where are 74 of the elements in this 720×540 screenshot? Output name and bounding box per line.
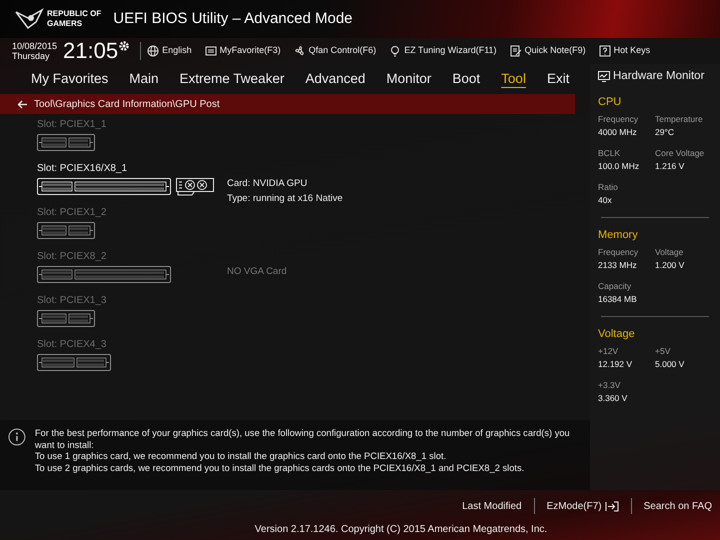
reading-label: +3.3V [598,379,622,392]
breadcrumb-path: Tool\Graphics Card Information\GPU Post [34,98,220,112]
reading-value: 1.200 V [655,259,686,272]
menu-tab[interactable]: Extreme Tweaker [180,68,284,90]
reading-label: BCLK [598,147,622,160]
menu-tab[interactable]: Monitor [386,68,432,90]
card-list-icon [204,45,217,57]
window-title: UEFI BIOS Utility – Advanced Mode [113,8,353,29]
menu-tab[interactable]: Advanced [305,68,366,90]
logo-text: REPUBLIC OF [47,9,102,19]
reading-value: 5.000 V [655,358,686,371]
footer-button[interactable]: Search on FAQ [644,498,712,514]
back-arrow-icon [17,100,28,108]
info-text: To use 1 graphics card, we recommend you to install the graphics card onto the PCIEX16/X8_1 slot. [34,451,448,462]
slot-label: Slot: PCIEX1_1 [37,119,108,131]
section-title: Memory [598,228,639,243]
globe-icon [147,45,160,57]
reading-label: Temperature [655,113,704,126]
help-icon [598,45,611,57]
toolbar-button[interactable]: Qfan Control(F6) [294,44,376,58]
section-title: Voltage [598,327,636,342]
slot-label: Slot: PCIEX1_3 [37,295,108,307]
section-title: CPU [598,95,622,110]
day-text: Thursday [12,51,51,61]
reading-value: 100.0 MHz [598,160,640,173]
slot-label: Slot: PCIEX1_2 [37,207,108,219]
reading-label: Capacity [598,280,632,293]
reading-label: Ratio [598,181,619,194]
reading-label: Frequency [598,113,640,126]
reading-value: 2133 MHz [598,259,638,272]
panel-title: Hardware Monitor [613,68,704,84]
reading-value: 1.216 V [655,160,686,173]
reading-label: +5V [655,345,672,358]
menu-tab[interactable]: My Favorites [31,68,108,90]
reading-label: Voltage [655,246,684,259]
reading-value: 16384 MB [598,293,638,306]
menu-tab[interactable]: Boot [452,68,480,90]
slot-label: Slot: PCIEX16/X8_1 [37,163,128,175]
reading-label: +12V [598,345,620,358]
reading-label: Frequency [598,246,640,259]
reading-value: 3.360 V [598,392,628,405]
slot-label: Slot: PCIEX8_2 [37,251,108,263]
reading-value: 4000 MHz [598,126,638,139]
reading-label: Core Voltage [655,147,706,160]
info-text: To use 2 graphics cards, we recommend you to install the graphics cards onto the PCIEX16/X8_1 and PCIEX8_2 slots. [34,462,526,474]
reading-value: 12.192 V [598,358,634,371]
toolbar-button[interactable]: Hot Keys [598,44,650,58]
date-text: 10/08/2015 [12,41,58,51]
logo-icon [14,8,44,30]
card-info-text: NO VGA Card [227,266,287,278]
version-text: Version 2.17.1246. Copyright (C) 2015 American Megatrends, Inc. [254,523,548,537]
toolbar-button[interactable]: English [147,44,192,58]
menu-tab[interactable]: Main [129,68,159,90]
toolbar-button[interactable]: EZ Tuning Wizard(F11) [389,44,497,58]
settings-icon [118,40,130,52]
menu-tab[interactable]: Tool [501,68,526,90]
info-text: For the best performance of your graphics card(s), use the following configuration according to the number of graphics card(s) you want to install: [34,428,571,451]
reading-value: 29°C [655,126,675,139]
reading-value: 40x [598,194,613,207]
footer-button[interactable]: Last Modified [462,498,522,514]
logo-text: GAMERS [47,19,84,29]
card-info-text: Card: NVIDIA GPU [227,178,308,190]
clock-time: 21:05 [63,40,118,62]
lightbulb-icon [389,45,402,57]
toolbar-button[interactable]: MyFavorite(F3) [204,44,281,58]
info-icon [8,428,26,446]
footer-button[interactable]: EzMode(F7) [546,498,619,514]
card-info-text: Type: running at x16 Native [227,193,343,205]
monitor-icon [598,71,610,82]
exit-icon [604,500,619,512]
note-pencil-icon [510,45,522,57]
menu-tab[interactable]: Exit [546,68,570,90]
toolbar-button[interactable]: Quick Note(F9) [510,44,586,58]
slot-label: Slot: PCIEX4_3 [37,339,108,351]
